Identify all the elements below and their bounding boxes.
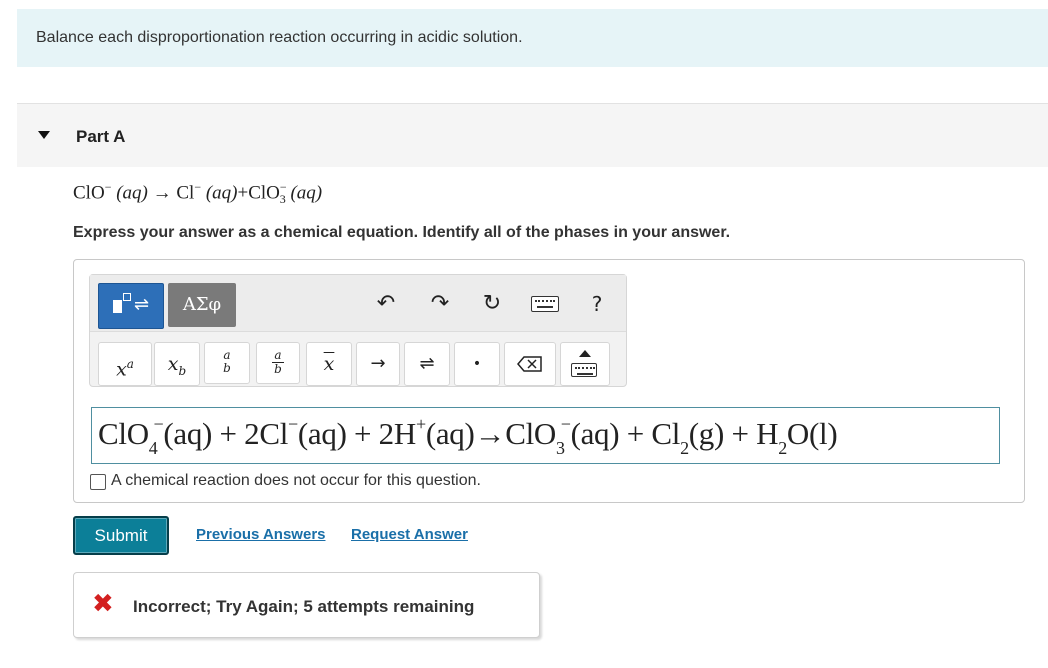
fraction-glyph: ab	[272, 348, 284, 376]
eq-part-4: (aq)→ClO	[425, 416, 557, 451]
eq-part-2: (aq) + 2Cl	[163, 416, 289, 451]
superscript-button[interactable]: xa	[98, 342, 152, 386]
answer-equation-field[interactable]: ClO4−(aq) + 2Cl−(aq) + 2H+(aq)→ClO3−(aq)…	[91, 407, 1000, 464]
math-toolbar: ⇌ ΑΣφ ↶ ↷ ↻ ? xa xb ab ab x → ⇌ •	[89, 274, 627, 387]
submit-button[interactable]: Submit	[73, 516, 169, 555]
keyboard-toggle-button[interactable]	[560, 342, 610, 386]
superscript-base: x	[116, 358, 127, 381]
equilibrium-button[interactable]: ⇌	[404, 342, 450, 386]
eq-part-6: (g) + H	[688, 416, 779, 451]
product2: ClO	[248, 182, 280, 204]
reset-icon[interactable]: ↻	[477, 289, 507, 319]
eq-part-3: (aq) + 2H	[297, 416, 416, 451]
templates-button[interactable]: ⇌	[98, 283, 164, 329]
subscript-base: x	[167, 353, 179, 375]
no-reaction-label[interactable]: A chemical reaction does not occur for t…	[111, 472, 481, 490]
greek-symbols-button[interactable]: ΑΣφ	[168, 283, 236, 327]
product2-subscript: 3	[279, 192, 286, 207]
instructions: Express your answer as a chemical equati…	[73, 224, 731, 241]
eq-sub-1: 4	[148, 438, 158, 458]
feedback-box: ✖ Incorrect; Try Again; 5 attempts remai…	[73, 572, 540, 638]
part-title: Part A	[76, 127, 126, 146]
plus-sign: +	[237, 182, 249, 204]
answer-box: ⇌ ΑΣφ ↶ ↷ ↻ ? xa xb ab ab x → ⇌ • ClO4−(…	[73, 259, 1025, 503]
fraction-button[interactable]: ab	[256, 342, 300, 384]
redo-icon[interactable]: ↷	[425, 289, 455, 319]
superscript-exp: a	[126, 357, 134, 371]
help-icon[interactable]: ?	[582, 289, 612, 319]
reaction-arrow: →	[152, 182, 172, 204]
x-icon: ✖	[92, 589, 114, 619]
reaction-equation: ClO− (aq) → Cl− (aq)+ClO−3 (aq)	[73, 180, 322, 207]
keyboard-small-icon	[571, 363, 597, 377]
eq-part-1: ClO	[98, 416, 149, 451]
reactant-charge: −	[104, 180, 112, 194]
eq-sub-5: 2	[680, 438, 689, 458]
eq-sup-2: −	[288, 414, 298, 434]
feedback-text: Incorrect; Try Again; 5 attempts remaini…	[133, 597, 475, 616]
previous-answers-link[interactable]: Previous Answers	[196, 526, 326, 543]
subscript-button[interactable]: xb	[154, 342, 200, 386]
product1-phase: (aq)	[205, 182, 238, 204]
backspace-icon	[517, 356, 542, 372]
eq-part-7: O(l)	[786, 416, 838, 451]
expand-arrow-icon	[579, 350, 591, 357]
eq-sup-4: −	[560, 414, 571, 434]
template-box-icon	[113, 300, 122, 313]
stack-button[interactable]: ab	[204, 342, 250, 384]
overline-glyph: x	[323, 353, 335, 375]
eq-sup-1: −	[153, 414, 164, 434]
eq-part-5: (aq) + Cl	[570, 416, 681, 451]
reactant: ClO	[73, 182, 105, 204]
product1: Cl	[176, 182, 195, 204]
stack-glyph: ab	[223, 348, 231, 375]
delete-button[interactable]	[504, 342, 556, 386]
intro-text: Balance each disproportionation reaction…	[36, 29, 523, 46]
intro-banner: Balance each disproportionation reaction…	[17, 9, 1048, 67]
equilibrium-arrow-icon: ⇌	[134, 294, 150, 315]
eq-sup-3: +	[415, 414, 426, 434]
no-reaction-checkbox[interactable]	[90, 474, 106, 490]
reactant-phase: (aq)	[116, 182, 148, 204]
reaction-arrow-button[interactable]: →	[356, 342, 400, 386]
dot-button[interactable]: •	[454, 342, 500, 386]
overline-button[interactable]: x	[306, 342, 352, 386]
toolbar-top-row: ⇌ ΑΣφ ↶ ↷ ↻ ?	[90, 275, 626, 332]
eq-sub-4: 3	[556, 438, 565, 458]
template-small-box-icon	[123, 293, 131, 301]
caret-down-icon[interactable]	[38, 131, 50, 139]
keyboard-icon[interactable]	[531, 296, 559, 312]
product2-phase: (aq)	[290, 182, 323, 204]
product1-charge: −	[194, 180, 202, 194]
answer-equation: ClO4−(aq) + 2Cl−(aq) + 2H+(aq)→ClO3−(aq)…	[98, 414, 838, 459]
eq-sub-6: 2	[778, 438, 787, 458]
request-answer-link[interactable]: Request Answer	[351, 526, 468, 543]
part-a-header[interactable]: Part A	[17, 103, 1048, 167]
undo-icon[interactable]: ↶	[371, 289, 401, 319]
subscript-sub: b	[178, 363, 187, 378]
